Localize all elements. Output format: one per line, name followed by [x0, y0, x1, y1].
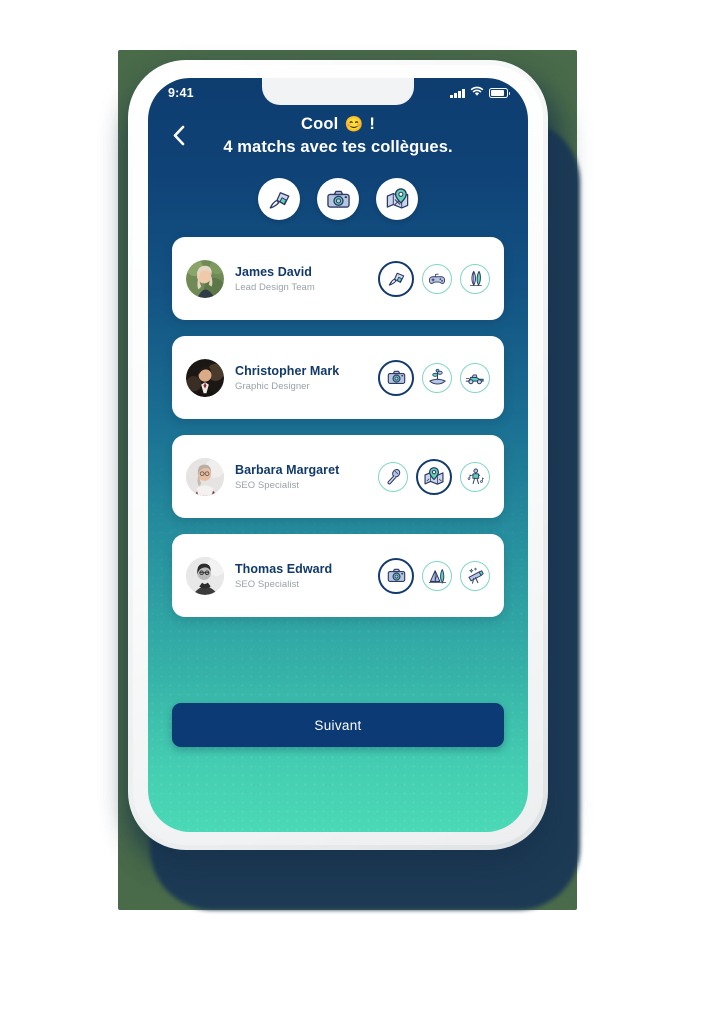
smiling-face-emoji: 😊 [344, 116, 364, 134]
interest-camera[interactable] [378, 557, 414, 594]
interest-telescope[interactable] [460, 560, 490, 591]
interest-plant-in-hand[interactable] [422, 362, 452, 393]
avatar [186, 358, 224, 397]
interest-icon-group [378, 458, 490, 495]
table-row[interactable]: Thomas Edward SEO Specialist [172, 534, 504, 618]
cellular-bars-icon [450, 88, 465, 98]
interest-dancing-person[interactable] [460, 461, 490, 492]
microphone-icon [386, 469, 400, 485]
wifi-icon [470, 86, 484, 100]
interest-paint-spray[interactable] [378, 260, 414, 297]
map-pin-icon [424, 467, 444, 485]
title-text: Cool [300, 115, 339, 133]
camera-icon [326, 190, 350, 208]
footer-actions: Suivant [148, 703, 528, 747]
avatar [186, 457, 224, 496]
match-role: SEO Specialist [235, 578, 300, 590]
interest-camera[interactable] [378, 359, 414, 396]
interest-surfboard[interactable] [460, 263, 490, 294]
match-name: James David [235, 264, 312, 279]
phone-screen: 9:41 Cool 😊 ! 4 matchs avec tes collègue… [148, 78, 528, 832]
match-name: Thomas Edward [235, 561, 333, 576]
map-pin-icon [386, 188, 408, 209]
match-card-list: James David Lead Design Team Christopher… [148, 237, 528, 618]
category-map-pin[interactable] [376, 178, 418, 221]
paint-spray-icon [388, 273, 404, 287]
back-button[interactable] [165, 122, 191, 148]
avatar-james-david [186, 259, 224, 298]
category-icon-row [148, 178, 528, 221]
status-bar-time: 9:41 [168, 86, 194, 100]
match-role: Lead Design Team [235, 281, 315, 293]
page-title: Cool 😊 ! 4 matchs avec tes collègues. [148, 114, 528, 157]
table-row[interactable]: Barbara Margaret SEO Specialist [172, 435, 504, 519]
interest-icon-group [378, 260, 490, 297]
status-bar: 9:41 [148, 78, 528, 108]
page-subtitle: 4 matchs avec tes collègues. [223, 138, 453, 157]
interest-microphone[interactable] [378, 461, 408, 492]
interest-camping-tent[interactable] [422, 560, 452, 591]
surfboard-icon [469, 271, 482, 287]
table-row[interactable]: James David Lead Design Team [172, 237, 504, 321]
match-name: Christopher Mark [235, 363, 340, 378]
plant-in-hand-icon [428, 369, 446, 385]
avatar [186, 259, 224, 298]
avatar-thomas-edward [186, 556, 224, 595]
interest-icon-group [378, 359, 490, 396]
camera-icon [387, 371, 405, 385]
camping-tent-icon [428, 569, 446, 585]
avatar [186, 556, 224, 595]
interest-gamepad[interactable] [422, 263, 452, 294]
next-button[interactable]: Suivant [172, 703, 504, 747]
avatar-christopher-mark [186, 358, 224, 397]
battery-icon [489, 88, 511, 98]
telescope-icon [467, 567, 484, 585]
dancing-person-icon [467, 468, 484, 485]
gamepad-icon [428, 273, 446, 284]
match-name: Barbara Margaret [235, 462, 340, 477]
category-camera[interactable] [317, 178, 359, 221]
chevron-left-icon [173, 125, 184, 145]
interest-icon-group [378, 557, 490, 594]
paint-spray-icon [269, 192, 289, 209]
camera-icon [387, 569, 405, 583]
table-row[interactable]: Christopher Mark Graphic Designer [172, 336, 504, 420]
interest-race-car[interactable] [460, 362, 490, 393]
match-role: SEO Specialist [235, 479, 300, 491]
avatar-barbara-margaret [186, 457, 224, 496]
match-role: Graphic Designer [235, 380, 310, 392]
race-car-icon [465, 374, 484, 385]
title-suffix: ! [369, 115, 376, 133]
interest-map-pin[interactable] [416, 458, 452, 495]
category-paint-spray[interactable] [258, 178, 300, 221]
